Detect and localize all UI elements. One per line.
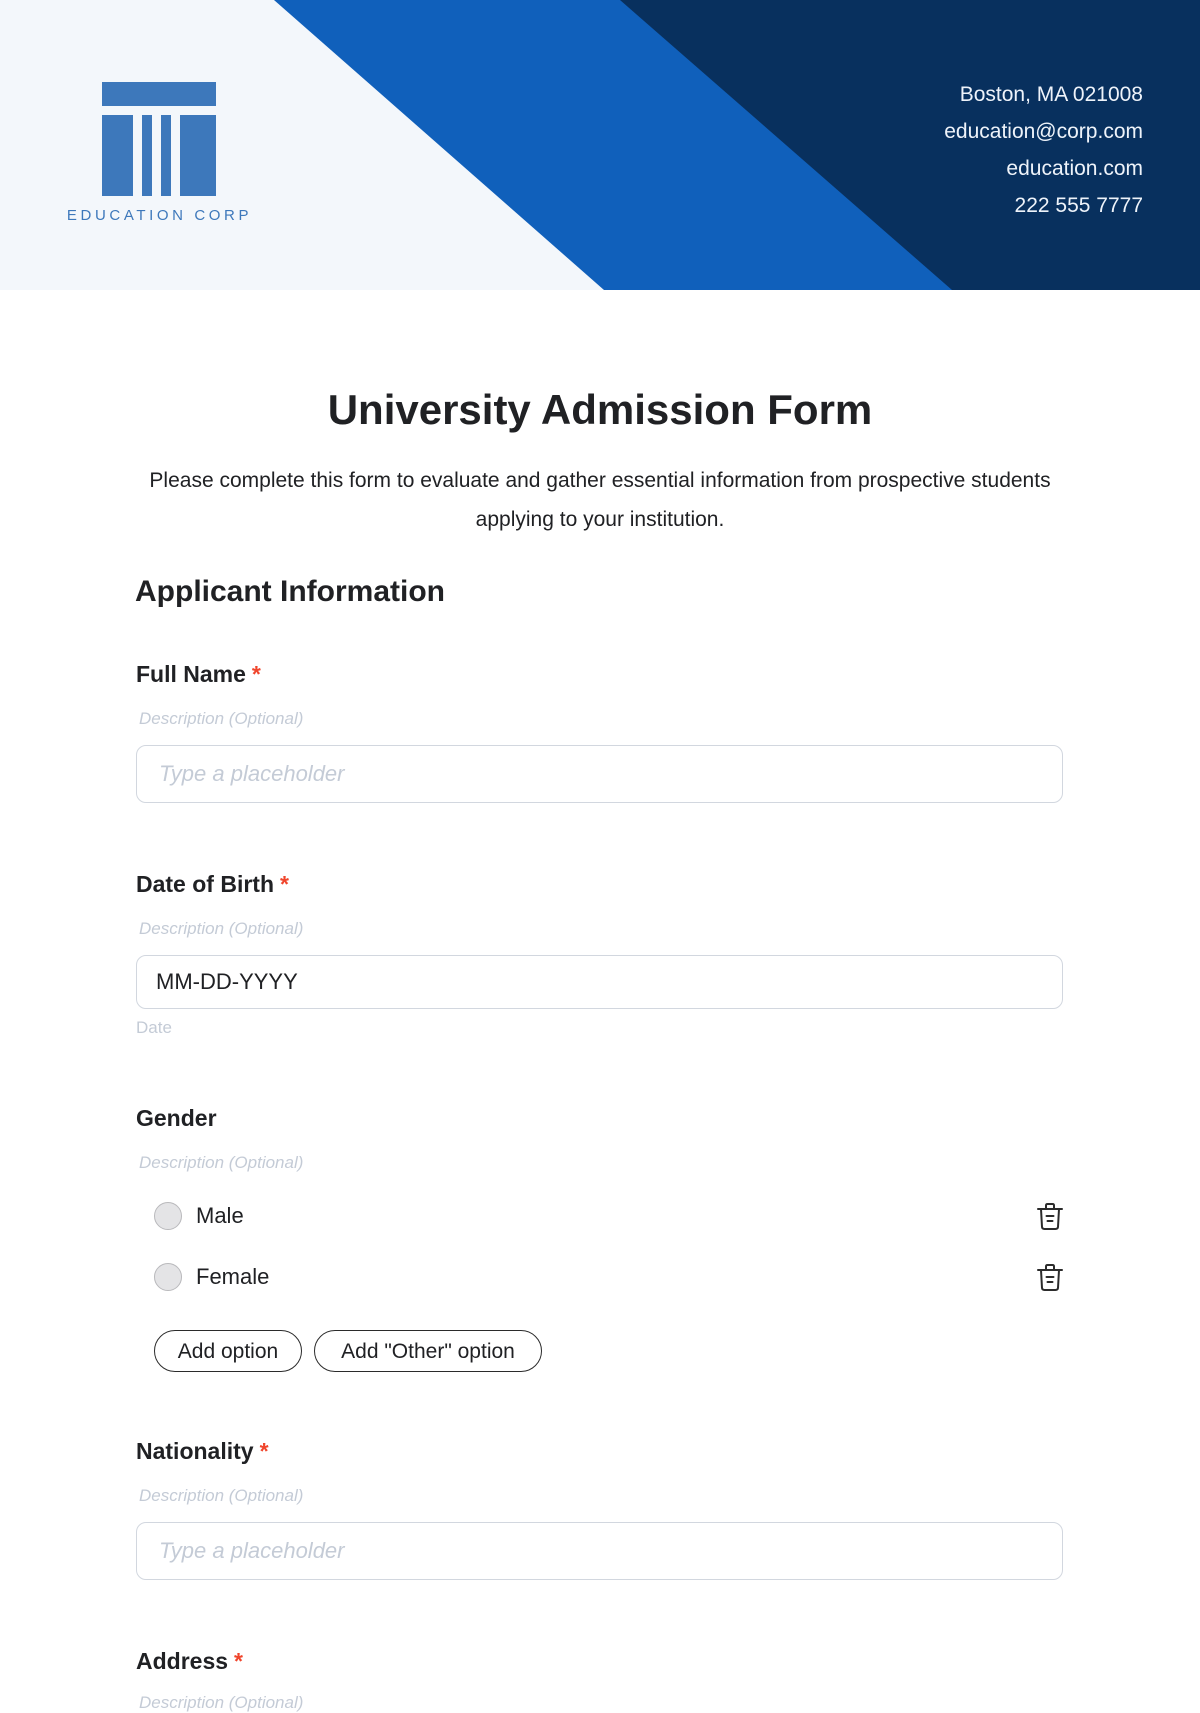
address-description[interactable]: Description (Optional) — [139, 1693, 303, 1713]
full-name-input[interactable] — [136, 745, 1063, 803]
required-marker: * — [259, 1438, 269, 1464]
trash-icon[interactable] — [1036, 1263, 1064, 1293]
dob-label: Date of Birth * — [136, 871, 289, 898]
contact-address: Boston, MA 021008 — [959, 83, 1143, 106]
radio-button[interactable] — [154, 1263, 182, 1291]
gender-option-male[interactable]: Male — [154, 1200, 1064, 1234]
contact-website: education.com — [1006, 157, 1143, 180]
full-name-label-text: Full Name — [136, 661, 246, 687]
required-marker: * — [280, 871, 289, 897]
add-other-option-button[interactable]: Add "Other" option — [314, 1330, 542, 1372]
gender-description[interactable]: Description (Optional) — [139, 1153, 303, 1173]
nationality-label-text: Nationality — [136, 1438, 254, 1464]
add-option-button[interactable]: Add option — [154, 1330, 302, 1372]
contact-block: Boston, MA 021008 education@corp.com edu… — [944, 76, 1143, 224]
gender-option-female[interactable]: Female — [154, 1261, 1064, 1295]
gender-label: Gender — [136, 1105, 217, 1132]
option-label[interactable]: Female — [196, 1264, 269, 1290]
required-marker: * — [251, 661, 261, 687]
dob-label-text: Date of Birth — [136, 871, 274, 897]
contact-email: education@corp.com — [944, 120, 1143, 143]
contact-phone: 222 555 7777 — [1014, 194, 1143, 217]
nationality-input[interactable] — [136, 1522, 1063, 1580]
section-heading: Applicant Information — [135, 575, 445, 608]
dob-hint: Date — [136, 1018, 172, 1037]
form-title: University Admission Form — [327, 386, 873, 433]
dob-input[interactable]: MM-DD-YYYY — [136, 955, 1063, 1009]
address-label: Address * — [136, 1648, 243, 1675]
page-header: EDUCATION CORP Boston, MA 021008 educati… — [0, 0, 1200, 290]
address-label-text: Address — [136, 1648, 229, 1674]
nationality-label: Nationality * — [136, 1438, 269, 1465]
gender-label-text: Gender — [136, 1105, 217, 1131]
radio-button[interactable] — [154, 1202, 182, 1230]
form-subtitle: Please complete this form to evaluate an… — [149, 469, 1051, 531]
required-marker: * — [234, 1648, 243, 1674]
nationality-description[interactable]: Description (Optional) — [139, 1486, 303, 1506]
option-label[interactable]: Male — [196, 1203, 244, 1229]
full-name-description[interactable]: Description (Optional) — [139, 709, 303, 729]
dob-description[interactable]: Description (Optional) — [139, 919, 303, 939]
full-name-label: Full Name * — [136, 661, 261, 688]
brand-name: EDUCATION CORP — [66, 207, 253, 224]
trash-icon[interactable] — [1036, 1202, 1064, 1232]
